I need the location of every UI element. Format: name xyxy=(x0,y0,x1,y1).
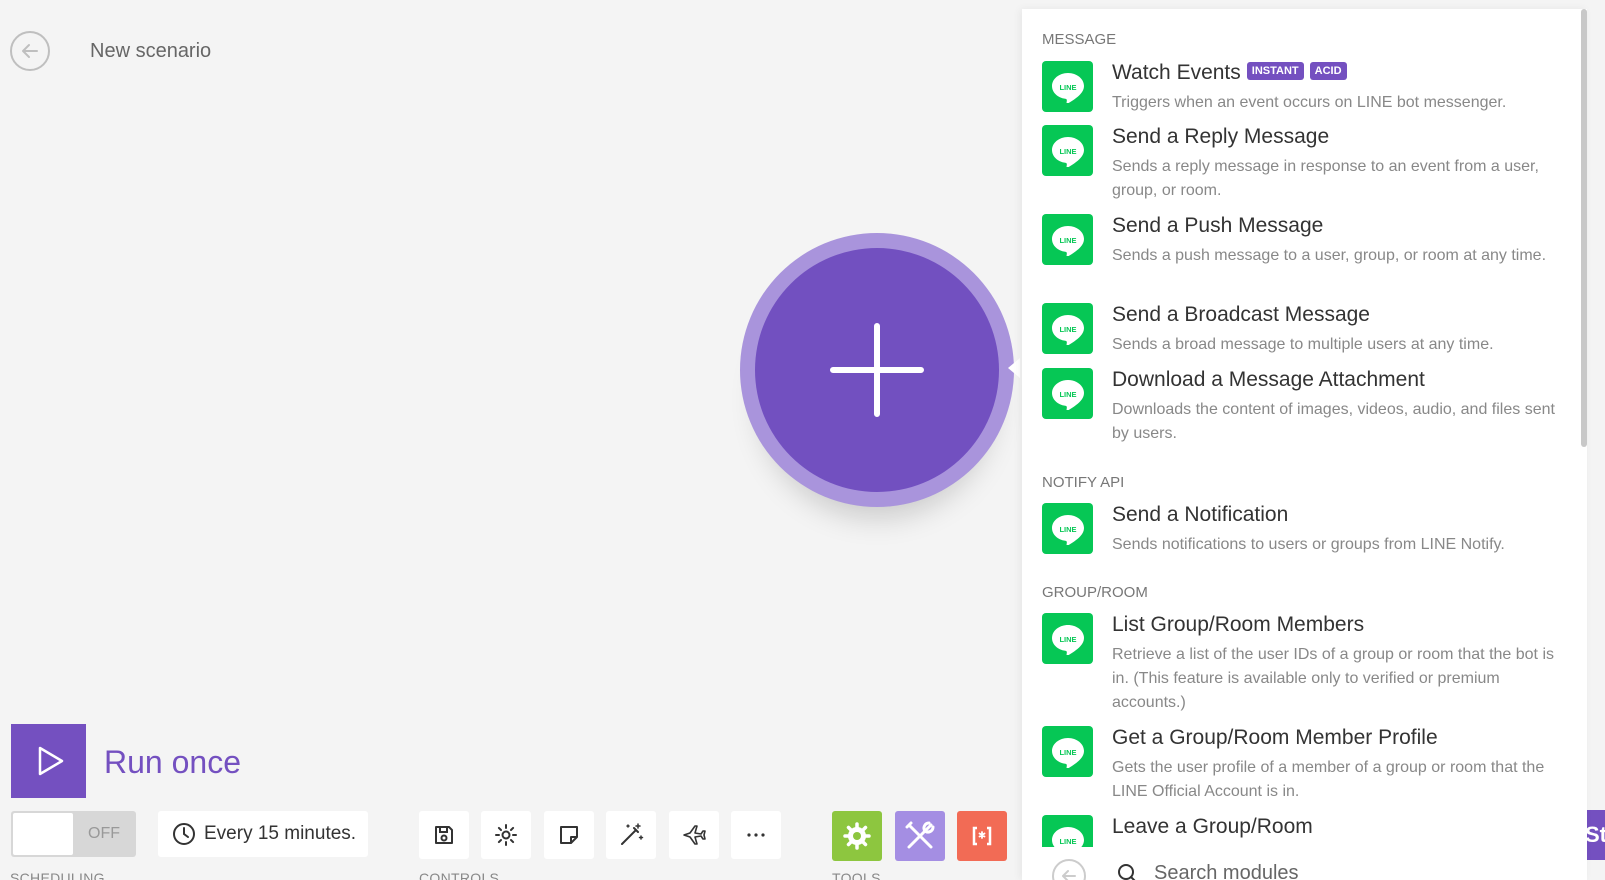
arrow-left-icon xyxy=(1062,870,1076,880)
tools-gear-button[interactable] xyxy=(832,811,882,861)
scheduling-toggle[interactable]: OFF xyxy=(11,811,136,857)
module-description: Triggers when an event occurs on LINE bo… xyxy=(1112,94,1507,111)
toggle-state-label: OFF xyxy=(88,825,120,842)
line-app-icon: LINE xyxy=(1042,303,1093,354)
module-description: Sends a reply message in response to an … xyxy=(1112,158,1539,199)
back-button[interactable] xyxy=(10,31,50,71)
run-once-label[interactable]: Run once xyxy=(104,744,241,781)
module-title: Send a Reply Message xyxy=(1112,125,1330,148)
search-back-button[interactable] xyxy=(1052,859,1086,880)
module-description: Sends a broad message to multiple users … xyxy=(1112,336,1494,353)
line-app-icon: LINE xyxy=(1042,125,1093,176)
line-app-icon: LINE xyxy=(1042,503,1093,554)
flow-control-button[interactable] xyxy=(669,811,719,859)
play-icon xyxy=(38,746,63,776)
module-description: Downloads the content of images, videos,… xyxy=(1112,401,1555,442)
note-icon xyxy=(560,826,578,844)
add-module-ring xyxy=(740,233,1014,507)
svg-text:LINE: LINE xyxy=(1059,325,1076,334)
notes-button[interactable] xyxy=(544,811,594,859)
save-button[interactable] xyxy=(419,811,469,859)
svg-text:LINE: LINE xyxy=(1059,390,1076,399)
start-guide-button[interactable]: Sta xyxy=(1585,810,1605,860)
module-search-bar xyxy=(1022,849,1587,880)
instant-badge: INSTANT xyxy=(1246,62,1304,81)
auto-align-button[interactable] xyxy=(606,811,656,859)
module-title: Leave a Group/Room xyxy=(1112,815,1313,838)
module-title: Get a Group/Room Member Profile xyxy=(1112,726,1438,749)
line-app-icon: LINE xyxy=(1042,368,1093,419)
group-title-message: MESSAGE xyxy=(1042,31,1117,48)
svg-text:LINE: LINE xyxy=(1059,837,1076,846)
text-parser-icon xyxy=(972,826,992,846)
group-title-notify-api: NOTIFY API xyxy=(1042,474,1125,491)
save-icon xyxy=(435,826,453,844)
module-title: Watch Events INSTANT ACID xyxy=(1112,61,1347,85)
schedule-interval-button[interactable]: Every 15 minutes. xyxy=(158,811,368,857)
magic-wand-icon xyxy=(621,823,644,845)
module-description: Sends notifications to users or groups f… xyxy=(1112,536,1505,553)
line-app-icon: LINE xyxy=(1042,214,1093,265)
scheduling-section-label: SCHEDULING xyxy=(10,870,105,880)
plus-icon xyxy=(830,323,924,417)
line-app-icon: LINE xyxy=(1042,726,1093,777)
search-modules-input[interactable] xyxy=(1154,857,1554,880)
panel-pointer xyxy=(1008,358,1020,378)
tools-text-parser-button[interactable] xyxy=(957,811,1007,861)
svg-text:LINE: LINE xyxy=(1059,525,1076,534)
panel-scrollbar[interactable] xyxy=(1581,9,1587,447)
tools-section-label: TOOLS xyxy=(832,870,881,880)
svg-text:LINE: LINE xyxy=(1059,83,1076,92)
more-options-button[interactable] xyxy=(731,811,781,859)
line-app-icon: LINE xyxy=(1042,61,1093,112)
clock-icon xyxy=(173,823,195,845)
scenario-title[interactable]: New scenario xyxy=(90,40,211,63)
schedule-interval-text: Every 15 minutes. xyxy=(204,823,357,844)
module-description: Retrieve a list of the user IDs of a gro… xyxy=(1112,646,1554,711)
module-title: Send a Push Message xyxy=(1112,214,1324,237)
more-dots-icon xyxy=(747,833,765,837)
settings-button[interactable] xyxy=(481,811,531,859)
add-module-button[interactable] xyxy=(755,248,999,492)
module-title: Send a Notification xyxy=(1112,503,1289,526)
line-app-icon: LINE xyxy=(1042,815,1093,847)
group-title-group-room: GROUP/ROOM xyxy=(1042,584,1148,601)
svg-text:LINE: LINE xyxy=(1059,236,1076,245)
module-list: MESSAGE LINE Watch Events INSTANT ACID Tri… xyxy=(1022,9,1587,847)
search-icon xyxy=(1118,864,1136,880)
module-panel: MESSAGE LINE Watch Events INSTANT ACID Tri… xyxy=(1022,9,1587,880)
controls-section-label: CONTROLS xyxy=(419,870,500,880)
module-title: Download a Message Attachment xyxy=(1112,368,1425,391)
acid-badge: ACID xyxy=(1309,62,1347,81)
svg-text:LINE: LINE xyxy=(1059,635,1076,644)
line-app-icon: LINE xyxy=(1042,613,1093,664)
svg-text:LINE: LINE xyxy=(1059,147,1076,156)
run-once-button[interactable] xyxy=(11,724,86,798)
module-description: Sends a push message to a user, group, o… xyxy=(1112,247,1547,264)
tools-wrench-button[interactable] xyxy=(895,811,945,861)
airplane-icon xyxy=(683,825,706,845)
gear-icon xyxy=(495,824,517,846)
module-description: Gets the user profile of a member of a g… xyxy=(1112,759,1545,800)
module-title: Send a Broadcast Message xyxy=(1112,303,1370,326)
svg-text:LINE: LINE xyxy=(1059,748,1076,757)
arrow-left-icon xyxy=(22,44,38,58)
gear-icon xyxy=(843,822,871,850)
toggle-knob xyxy=(13,813,73,855)
wrench-screwdriver-icon xyxy=(905,821,935,849)
module-title: List Group/Room Members xyxy=(1112,613,1365,636)
